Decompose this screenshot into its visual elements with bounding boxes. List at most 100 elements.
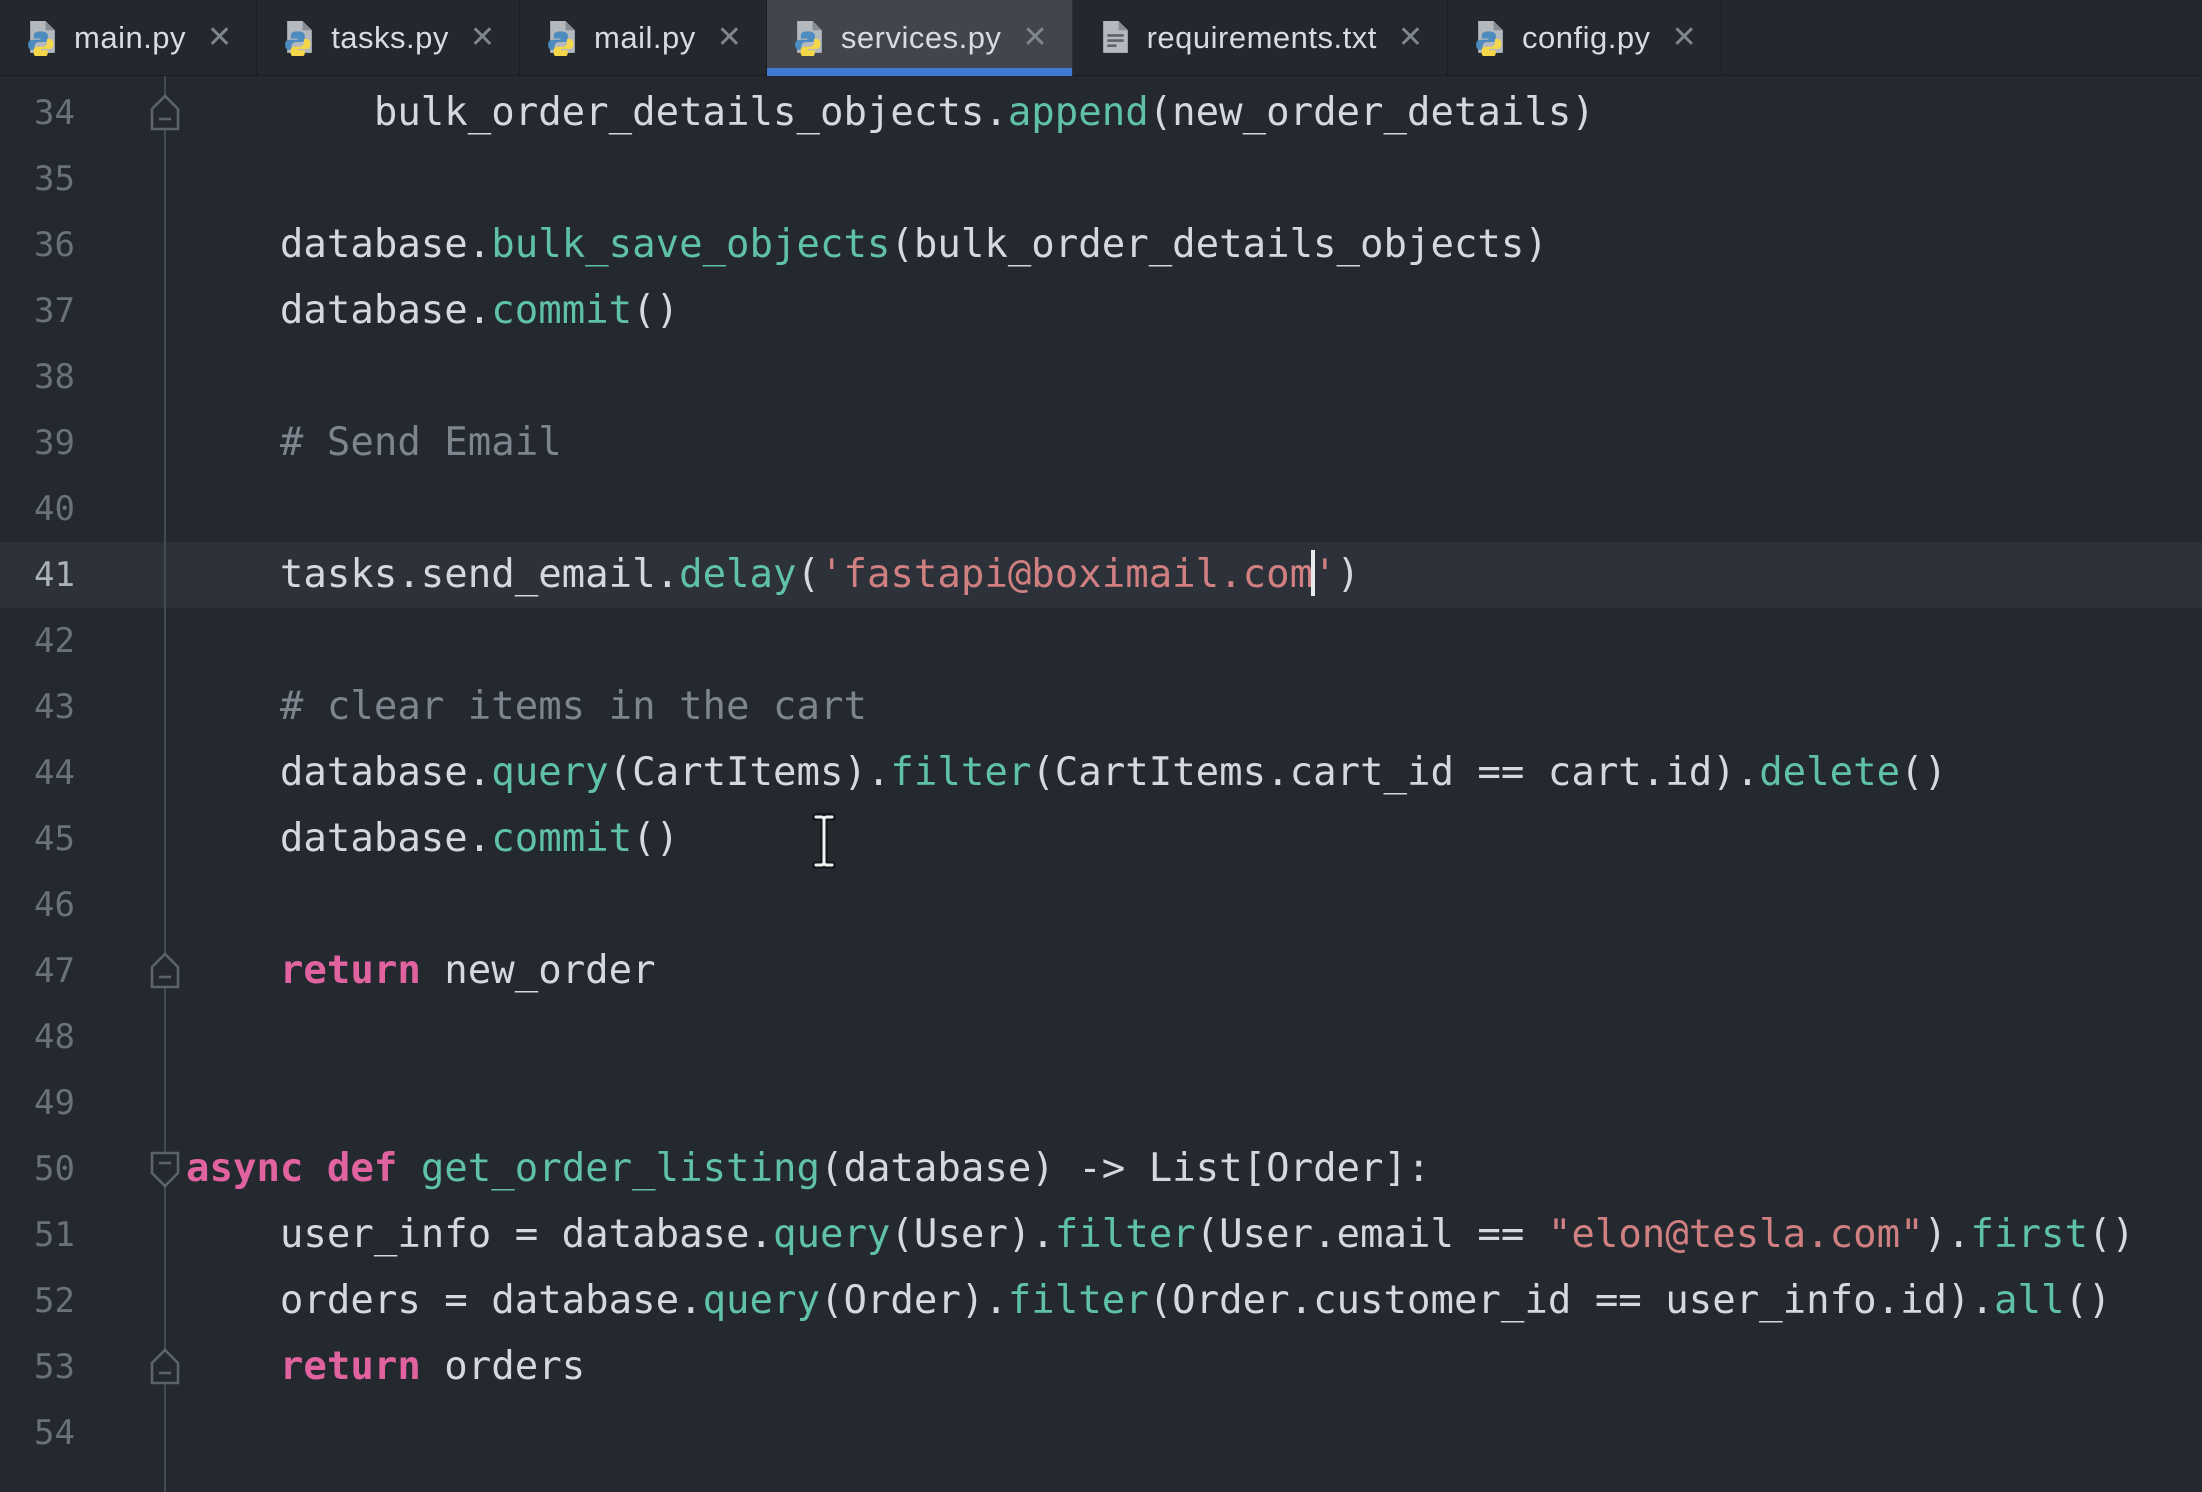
code-text: return orders: [186, 1334, 585, 1400]
gutter[interactable]: 48: [0, 1004, 186, 1070]
code-line-54[interactable]: 54: [0, 1400, 2202, 1466]
line-number: 45: [34, 819, 75, 859]
code-text: database.commit(): [186, 806, 679, 872]
gutter[interactable]: 53: [0, 1334, 186, 1400]
code-line-46[interactable]: 46: [0, 872, 2202, 938]
gutter[interactable]: 50: [0, 1136, 186, 1202]
gutter[interactable]: 43: [0, 674, 186, 740]
code-line-39[interactable]: 39 # Send Email: [0, 410, 2202, 476]
editor[interactable]: 34 bulk_order_details_objects.append(new…: [0, 76, 2202, 1492]
fold-marker-icon[interactable]: [146, 91, 184, 135]
code-line-52[interactable]: 52 orders = database.query(Order).filter…: [0, 1268, 2202, 1334]
tab-tasks-py[interactable]: tasks.py ✕: [257, 0, 521, 75]
code-token: commit: [491, 816, 633, 861]
code-line-35[interactable]: 35: [0, 146, 2202, 212]
gutter[interactable]: 42: [0, 608, 186, 674]
close-icon[interactable]: ✕: [1672, 22, 1697, 53]
code-token: # clear items in the cart: [186, 684, 867, 729]
code-token: database.: [186, 222, 492, 267]
code-text: user_info = database.query(User).filter(…: [186, 1202, 2135, 1268]
code-line-53[interactable]: 53 return orders: [0, 1334, 2202, 1400]
tab-requirements-txt[interactable]: requirements.txt ✕: [1073, 0, 1448, 75]
line-number: 54: [34, 1413, 75, 1453]
code-line-38[interactable]: 38: [0, 344, 2202, 410]
code-token: (CartItems.cart_id == cart.id).: [1031, 750, 1760, 795]
code-token: user_info = database.: [186, 1212, 773, 1257]
tab-mail-py[interactable]: mail.py ✕: [520, 0, 767, 75]
code-token: new_order: [420, 948, 656, 993]
line-number: 38: [34, 357, 75, 397]
line-number: 48: [34, 1017, 75, 1057]
code-line-45[interactable]: 45 database.commit(): [0, 806, 2202, 872]
code-token: filter: [1054, 1212, 1196, 1257]
line-number: 46: [34, 885, 75, 925]
gutter[interactable]: 34: [0, 80, 186, 146]
fold-marker-icon[interactable]: [146, 1345, 184, 1389]
close-icon[interactable]: ✕: [470, 22, 495, 53]
fold-marker-icon[interactable]: [146, 949, 184, 993]
gutter[interactable]: 54: [0, 1400, 186, 1466]
code-token: tasks.send_email.: [186, 552, 680, 597]
code-token: delete: [1759, 750, 1901, 795]
gutter[interactable]: 46: [0, 872, 186, 938]
gutter[interactable]: 49: [0, 1070, 186, 1136]
ide-window: main.py ✕ tasks.py ✕ mail.py ✕ services.py ✕…: [0, 0, 2202, 1492]
code-line-51[interactable]: 51 user_info = database.query(User).filt…: [0, 1202, 2202, 1268]
close-icon[interactable]: ✕: [1398, 22, 1423, 53]
code-text: bulk_order_details_objects.append(new_or…: [186, 80, 1595, 146]
code-token: delay: [679, 552, 797, 597]
code-token: database.: [186, 288, 492, 333]
gutter[interactable]: 40: [0, 476, 186, 542]
code-line-37[interactable]: 37 database.commit(): [0, 278, 2202, 344]
tab-services-py[interactable]: services.py ✕: [766, 0, 1073, 76]
code-line-43[interactable]: 43 # clear items in the cart: [0, 674, 2202, 740]
code-line-48[interactable]: 48: [0, 1004, 2202, 1070]
python-file-icon: [791, 19, 828, 56]
gutter[interactable]: 38: [0, 344, 186, 410]
code-line-47[interactable]: 47 return new_order: [0, 938, 2202, 1004]
code-token: (User).: [890, 1212, 1055, 1257]
code-line-36[interactable]: 36 database.bulk_save_objects(bulk_order…: [0, 212, 2202, 278]
gutter[interactable]: 37: [0, 278, 186, 344]
gutter[interactable]: 51: [0, 1202, 186, 1268]
close-icon[interactable]: ✕: [717, 22, 742, 53]
code-line-42[interactable]: 42: [0, 608, 2202, 674]
code-token: database.: [186, 750, 492, 795]
code-line-40[interactable]: 40: [0, 476, 2202, 542]
fold-marker-icon[interactable]: [146, 1147, 184, 1191]
code-token: (new_order_details): [1148, 90, 1595, 135]
tab-config-py[interactable]: config.py ✕: [1448, 0, 1722, 75]
code-token: first: [1970, 1212, 2088, 1257]
code-line-34[interactable]: 34 bulk_order_details_objects.append(new…: [0, 80, 2202, 146]
gutter[interactable]: 36: [0, 212, 186, 278]
close-icon[interactable]: ✕: [1022, 22, 1047, 53]
close-icon[interactable]: ✕: [207, 22, 232, 53]
code-token: (bulk_order_details_objects): [890, 222, 1548, 267]
gutter[interactable]: 39: [0, 410, 186, 476]
gutter[interactable]: 45: [0, 806, 186, 872]
gutter[interactable]: 47: [0, 938, 186, 1004]
code-token: query: [702, 1278, 820, 1323]
line-number: 36: [34, 225, 75, 265]
code-text: # clear items in the cart: [186, 674, 867, 740]
line-number: 44: [34, 753, 75, 793]
gutter[interactable]: 41: [0, 542, 186, 608]
code-token: ).: [1923, 1212, 1971, 1257]
line-number: 43: [34, 687, 75, 727]
code-token: ): [1336, 552, 1361, 597]
code-line-41[interactable]: 41 tasks.send_email.delay('fastapi@boxim…: [0, 542, 2202, 608]
line-number: 47: [34, 951, 75, 991]
tab-label: config.py: [1521, 19, 1651, 55]
gutter[interactable]: 44: [0, 740, 186, 806]
gutter[interactable]: 35: [0, 146, 186, 212]
code-line-44[interactable]: 44 database.query(CartItems).filter(Cart…: [0, 740, 2202, 806]
code-token: (Order).: [819, 1278, 1008, 1323]
code-line-49[interactable]: 49: [0, 1070, 2202, 1136]
code-line-50[interactable]: 50 async def get_order_listing(database)…: [0, 1136, 2202, 1202]
code-token: commit: [491, 288, 633, 333]
code-text: tasks.send_email.delay('fastapi@boximail…: [186, 542, 1360, 608]
gutter[interactable]: 52: [0, 1268, 186, 1334]
tab-main-py[interactable]: main.py ✕: [0, 0, 258, 75]
